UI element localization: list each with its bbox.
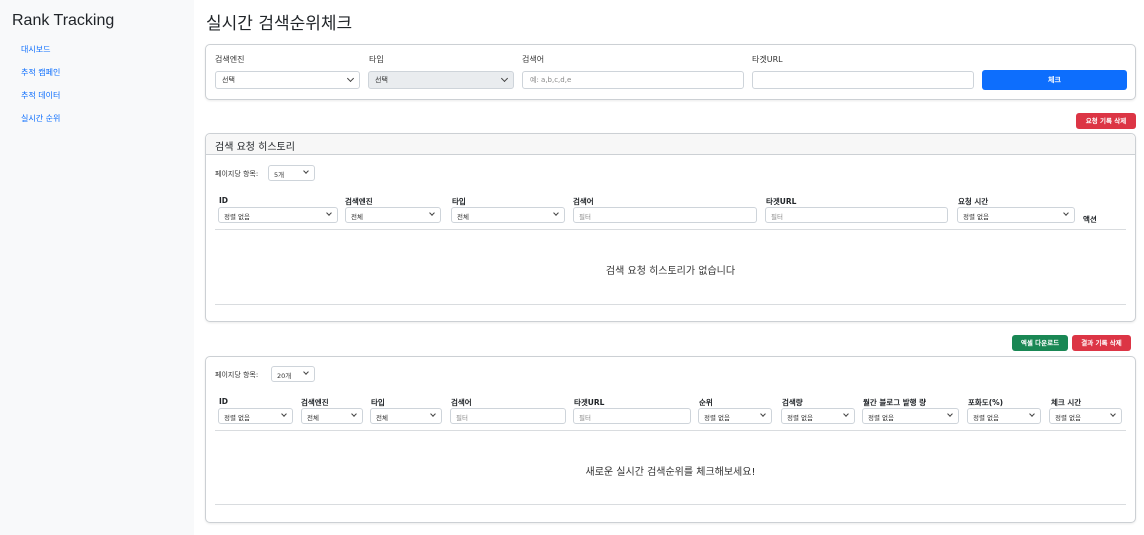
- history-filter-id[interactable]: 정렬 없음: [218, 207, 338, 223]
- chevron-down-icon: [1110, 411, 1116, 417]
- results-filter-url[interactable]: 필터: [573, 408, 691, 424]
- keyword-label: 검색어: [522, 55, 545, 64]
- results-col-type: 타입: [371, 398, 385, 407]
- results-filter-rank[interactable]: 정렬 없음: [698, 408, 772, 424]
- history-filter-type[interactable]: 전체: [451, 207, 565, 223]
- results-col-url: 타겟URL: [574, 398, 605, 407]
- sidebar-item-campaigns[interactable]: 추적 캠페인: [21, 67, 182, 78]
- history-table-divider: [215, 229, 1126, 230]
- chevron-down-icon: [947, 411, 953, 417]
- results-table-divider: [215, 430, 1126, 431]
- history-col-url: 타겟URL: [766, 197, 797, 206]
- chevron-down-icon: [429, 210, 435, 216]
- results-col-id: ID: [219, 397, 229, 406]
- results-filter-time[interactable]: 정렬 없음: [1049, 408, 1122, 424]
- sidebar: Rank Tracking 대시보드 추적 캠페인 추적 데이터 실시간 순위: [0, 0, 194, 535]
- excel-download-button[interactable]: 엑셀 다운로드: [1012, 335, 1068, 351]
- history-per-page-label: 페이지당 항목:: [215, 170, 259, 178]
- sidebar-item-realtime-rank[interactable]: 실시간 순위: [21, 113, 182, 124]
- history-per-page-value: 5개: [274, 171, 285, 179]
- results-filter-engine[interactable]: 전체: [301, 408, 363, 424]
- results-empty-message: 새로운 실시간 검색순위를 체크해보세요!: [585, 467, 756, 478]
- chevron-down-icon: [1063, 210, 1069, 216]
- results-filter-saturation[interactable]: 정렬 없음: [967, 408, 1041, 424]
- type-label: 타입: [369, 55, 384, 64]
- chevron-down-icon: [346, 74, 355, 83]
- engine-select-value: 선택: [222, 76, 235, 84]
- results-filter-engine-value: 전체: [307, 414, 319, 422]
- results-col-saturation: 포화도(%): [968, 398, 1004, 407]
- results-per-page-label: 페이지당 항목:: [215, 371, 259, 379]
- results-filter-type[interactable]: 전체: [370, 408, 442, 424]
- history-filter-keyword[interactable]: 필터: [573, 207, 757, 223]
- url-input[interactable]: [752, 71, 974, 89]
- keyword-input[interactable]: 예: a,b,c,d,e: [522, 71, 744, 89]
- history-filter-engine-value: 전체: [351, 213, 363, 221]
- history-col-engine: 검색엔진: [345, 197, 373, 206]
- history-filter-engine[interactable]: 전체: [345, 207, 441, 223]
- history-filter-time[interactable]: 정렬 없음: [957, 207, 1075, 223]
- results-filter-id[interactable]: 정렬 없음: [218, 408, 293, 424]
- results-filter-saturation-value: 정렬 없음: [973, 414, 999, 422]
- chevron-down-icon: [843, 411, 849, 417]
- results-filter-blog[interactable]: 정렬 없음: [862, 408, 959, 424]
- check-button[interactable]: 체크: [982, 70, 1127, 90]
- check-form-card: 검색엔진 선택 타입 선택 검색어 예: a,b,c,d,e 타겟URL 체크: [205, 44, 1136, 100]
- history-col-action: 액션: [1083, 215, 1097, 224]
- history-col-id: ID: [219, 196, 229, 205]
- results-filter-type-value: 전체: [376, 414, 388, 422]
- results-col-keyword: 검색어: [451, 398, 472, 407]
- history-card-header: 검색 요청 히스토리: [206, 134, 1135, 155]
- results-table-bottom: [215, 504, 1126, 505]
- history-col-time: 요청 시간: [958, 197, 989, 206]
- delete-history-button[interactable]: 요청 기록 삭제: [1076, 113, 1136, 129]
- results-col-volume: 검색량: [782, 398, 803, 407]
- results-col-time: 체크 시간: [1051, 398, 1082, 407]
- results-filter-time-value: 정렬 없음: [1055, 414, 1081, 422]
- results-filter-blog-value: 정렬 없음: [868, 414, 894, 422]
- results-col-blog: 월간 블로그 발행 량: [863, 398, 927, 407]
- chevron-down-icon: [303, 168, 309, 174]
- sidebar-item-tracking-data[interactable]: 추적 데이터: [21, 90, 182, 101]
- results-filter-id-value: 정렬 없음: [224, 414, 250, 422]
- type-select-value: 선택: [375, 76, 388, 84]
- engine-select[interactable]: 선택: [215, 71, 360, 89]
- history-per-page-select[interactable]: 5개: [268, 165, 315, 181]
- history-table-bottom: [215, 304, 1126, 305]
- type-select[interactable]: 선택: [368, 71, 514, 89]
- history-col-type: 타입: [452, 197, 466, 206]
- engine-label: 검색엔진: [215, 55, 245, 64]
- chevron-down-icon: [500, 74, 509, 83]
- history-empty-message: 검색 요청 히스토리가 없습니다: [605, 266, 736, 277]
- results-filter-volume[interactable]: 정렬 없음: [781, 408, 855, 424]
- page-title: 실시간 검색순위체크: [206, 14, 353, 34]
- chevron-down-icon: [281, 411, 287, 417]
- history-filter-time-value: 정렬 없음: [963, 213, 989, 221]
- history-filter-id-value: 정렬 없음: [224, 213, 250, 221]
- results-col-rank: 순위: [699, 398, 713, 407]
- chevron-down-icon: [430, 411, 436, 417]
- chevron-down-icon: [303, 369, 309, 375]
- chevron-down-icon: [351, 411, 357, 417]
- delete-results-button[interactable]: 결과 기록 삭제: [1072, 335, 1131, 351]
- history-card: 검색 요청 히스토리 페이지당 항목: 5개 ID 검색엔진 타입 검색어 타겟…: [205, 133, 1136, 322]
- history-filter-type-value: 전체: [457, 213, 469, 221]
- chevron-down-icon: [326, 210, 332, 216]
- results-filter-rank-value: 정렬 없음: [704, 414, 730, 422]
- chevron-down-icon: [1029, 411, 1035, 417]
- url-label: 타겟URL: [752, 55, 783, 64]
- results-per-page-value: 20개: [277, 372, 292, 380]
- sidebar-item-dashboard[interactable]: 대시보드: [21, 44, 182, 55]
- history-filter-url[interactable]: 필터: [765, 207, 948, 223]
- main-content: 실시간 검색순위체크 검색엔진 선택 타입 선택 검색어 예: a,b,c,d,…: [194, 0, 1144, 535]
- results-filter-keyword[interactable]: 필터: [450, 408, 566, 424]
- results-filter-volume-value: 정렬 없음: [787, 414, 813, 422]
- results-per-page-select[interactable]: 20개: [271, 366, 315, 382]
- brand-title: Rank Tracking: [12, 12, 115, 29]
- results-col-engine: 검색엔진: [301, 398, 329, 407]
- chevron-down-icon: [553, 210, 559, 216]
- history-col-keyword: 검색어: [573, 197, 594, 206]
- chevron-down-icon: [760, 411, 766, 417]
- results-card: 페이지당 항목: 20개 ID 검색엔진 타입 검색어 타겟URL 순위 검색량…: [205, 356, 1136, 523]
